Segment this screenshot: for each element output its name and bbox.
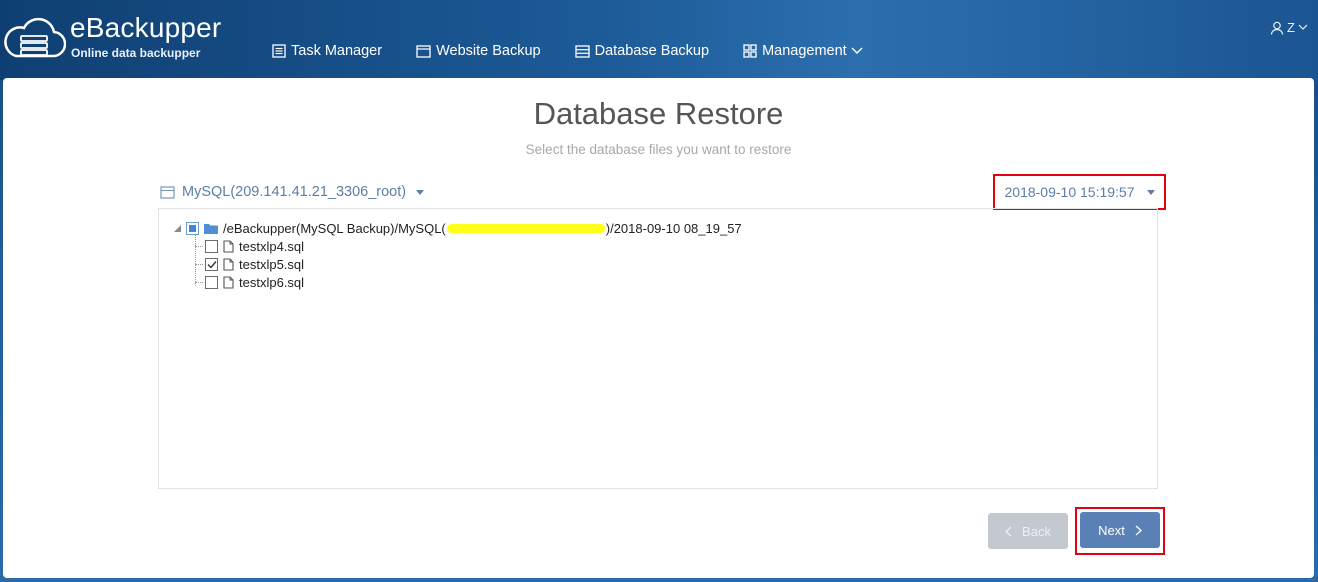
tree-root-row[interactable]: /eBackupper(MySQL Backup)/MySQL( )/2018-0…: [173, 221, 742, 236]
database-selector-label: MySQL(209.141.41.21_3306_root): [182, 184, 407, 200]
chevron-left-icon: [1005, 526, 1012, 536]
database-selector[interactable]: MySQL(209.141.41.21_3306_root): [160, 184, 425, 200]
caret-down-icon: [416, 189, 425, 195]
tree-connector: [195, 246, 203, 247]
folder-icon: [204, 224, 218, 234]
tree-connector: [195, 264, 203, 265]
brand-subtitle: Online data backupper: [71, 46, 201, 60]
nav-website-backup-label: Website Backup: [436, 43, 541, 59]
file-icon: [223, 240, 234, 253]
file-icon: [223, 276, 234, 289]
file-checkbox[interactable]: [205, 240, 218, 253]
chevron-down-icon: [1298, 24, 1308, 30]
file-icon: [223, 258, 234, 271]
database-icon: [160, 185, 175, 199]
top-header: eBackupper Online data backupper Task Ma…: [0, 0, 1318, 80]
file-tree: /eBackupper(MySQL Backup)/MySQL( )/2018-0…: [158, 208, 1158, 489]
window-icon: [416, 44, 431, 58]
file-row[interactable]: testxlp4.sql: [205, 239, 304, 254]
tree-connector: [195, 282, 203, 283]
redaction-mark: [446, 224, 605, 233]
caret-down-icon: [1146, 189, 1155, 195]
backup-date-label: 2018-09-10 15:19:57: [1004, 184, 1135, 200]
next-button-highlight: Next: [1075, 507, 1165, 555]
file-name: testxlp4.sql: [239, 239, 305, 254]
user-menu[interactable]: Z: [1270, 20, 1308, 35]
root-path-suffix: )/2018-09-10 08_19_57: [605, 221, 742, 236]
root-path-prefix: /eBackupper(MySQL Backup)/MySQL(: [223, 221, 446, 236]
user-name: Z: [1287, 20, 1295, 35]
chevron-right-icon: [1135, 525, 1142, 535]
user-icon: [1270, 21, 1284, 35]
brand-title: eBackupper: [70, 12, 222, 43]
file-checkbox-checked[interactable]: [205, 258, 218, 271]
root-checkbox[interactable]: [186, 222, 199, 235]
cloud-server-logo-icon: [4, 17, 66, 58]
back-button-label: Back: [1022, 523, 1051, 539]
tree-connector: [195, 234, 196, 286]
nav-website-backup[interactable]: Website Backup: [416, 43, 541, 59]
file-row[interactable]: testxlp5.sql: [205, 257, 304, 272]
file-row[interactable]: testxlp6.sql: [205, 275, 304, 290]
page-title: Database Restore: [533, 96, 784, 131]
nav-database-backup-label: Database Backup: [594, 43, 710, 59]
main-nav: Task Manager Website Backup Database Bac…: [272, 43, 902, 59]
file-name: testxlp6.sql: [239, 275, 305, 290]
checkmark-icon: [207, 261, 217, 269]
chevron-down-icon: [851, 47, 863, 54]
nav-database-backup[interactable]: Database Backup: [574, 43, 710, 59]
backup-date-selector[interactable]: 2018-09-10 15:19:57: [993, 174, 1166, 210]
list-icon: [272, 44, 286, 58]
nav-management[interactable]: Management: [743, 43, 868, 59]
file-checkbox[interactable]: [205, 276, 218, 289]
collapse-triangle-icon[interactable]: [173, 224, 182, 233]
nav-management-label: Management: [762, 43, 847, 59]
database-icon: [574, 44, 590, 58]
next-button[interactable]: Next: [1080, 512, 1160, 548]
nav-task-manager[interactable]: Task Manager: [272, 43, 382, 59]
file-name: testxlp5.sql: [239, 257, 305, 272]
restore-card: Database Restore Select the database fil…: [3, 78, 1314, 578]
grid-icon: [743, 44, 757, 58]
nav-task-manager-label: Task Manager: [291, 43, 383, 59]
back-button[interactable]: Back: [988, 513, 1068, 549]
next-button-label: Next: [1098, 522, 1125, 538]
page-subtitle: Select the database files you want to re…: [525, 142, 792, 157]
